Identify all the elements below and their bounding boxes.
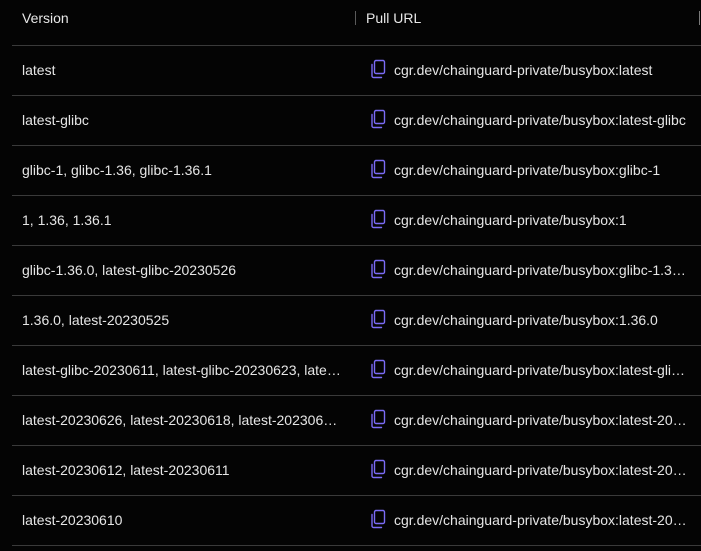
- column-resize-handle[interactable]: [355, 11, 356, 25]
- table-row: latest cgr.dev/chainguard-private/busybo…: [12, 46, 701, 96]
- version-cell: latest-glibc: [22, 112, 89, 128]
- pull-url-cell[interactable]: cgr.dev/chainguard-private/busybox:lates…: [394, 362, 689, 379]
- version-cell: glibc-1.36.0, latest-glibc-20230526: [22, 262, 237, 278]
- version-cell: 1.36.0, latest-20230525: [22, 312, 170, 328]
- version-cell: latest: [22, 62, 56, 78]
- copy-icon: [371, 509, 386, 529]
- pull-url-cell[interactable]: cgr.dev/chainguard-private/busybox:lates…: [394, 112, 689, 129]
- pull-url-cell[interactable]: cgr.dev/chainguard-private/busybox:lates…: [394, 62, 689, 79]
- version-cell: glibc-1, glibc-1.36, glibc-1.36.1: [22, 162, 212, 178]
- copy-button[interactable]: [369, 309, 387, 329]
- copy-icon: [371, 259, 386, 279]
- copy-icon: [371, 309, 386, 329]
- version-cell: latest-20230612, latest-20230611: [22, 462, 230, 478]
- table-row: 1.36.0, latest-20230525 cgr.dev/chaingua…: [12, 296, 701, 346]
- copy-icon: [371, 209, 386, 229]
- pull-url-cell[interactable]: cgr.dev/chainguard-private/busybox:lates…: [394, 512, 689, 529]
- table-row: glibc-1, glibc-1.36, glibc-1.36.1 cgr.de…: [12, 146, 701, 196]
- table-header: Version Pull URL: [12, 0, 701, 46]
- table-row: latest-glibc-20230611, latest-glibc-2023…: [12, 346, 701, 396]
- table-row: 1, 1.36, 1.36.1 cgr.dev/chainguard-priva…: [12, 196, 701, 246]
- copy-icon: [371, 459, 386, 479]
- table-body: latest cgr.dev/chainguard-private/busybo…: [12, 46, 701, 546]
- table-row: latest-20230610 cgr.dev/chainguard-priva…: [12, 496, 701, 546]
- column-header-version[interactable]: Version: [22, 10, 69, 27]
- version-cell: 1, 1.36, 1.36.1: [22, 212, 112, 228]
- copy-button[interactable]: [369, 159, 387, 179]
- table-row: latest-20230626, latest-20230618, latest…: [12, 396, 701, 446]
- copy-icon: [371, 409, 386, 429]
- pull-url-cell[interactable]: cgr.dev/chainguard-private/busybox:1.36.…: [394, 312, 689, 329]
- table-row: glibc-1.36.0, latest-glibc-20230526 cgr.…: [12, 246, 701, 296]
- column-header-pull-url[interactable]: Pull URL: [366, 10, 421, 27]
- copy-icon: [371, 59, 386, 79]
- version-cell: latest-20230626, latest-20230618, latest…: [22, 412, 338, 428]
- copy-icon: [371, 359, 386, 379]
- copy-button[interactable]: [369, 209, 387, 229]
- tags-table: Version Pull URL latest cgr.dev/chaingua…: [12, 0, 701, 546]
- copy-button[interactable]: [369, 509, 387, 529]
- copy-button[interactable]: [369, 409, 387, 429]
- copy-icon: [371, 159, 386, 179]
- pull-url-cell[interactable]: cgr.dev/chainguard-private/busybox:lates…: [394, 462, 689, 479]
- pull-url-cell[interactable]: cgr.dev/chainguard-private/busybox:lates…: [394, 412, 689, 429]
- copy-icon: [371, 109, 386, 129]
- copy-button[interactable]: [369, 59, 387, 79]
- copy-button[interactable]: [369, 359, 387, 379]
- copy-button[interactable]: [369, 459, 387, 479]
- pull-url-cell[interactable]: cgr.dev/chainguard-private/busybox:1: [394, 212, 689, 229]
- version-cell: latest-glibc-20230611, latest-glibc-2023…: [22, 362, 341, 378]
- copy-button[interactable]: [369, 259, 387, 279]
- version-cell: latest-20230610: [22, 512, 123, 528]
- table-row: latest-20230612, latest-20230611 cgr.dev…: [12, 446, 701, 496]
- column-resize-handle[interactable]: [699, 11, 700, 25]
- pull-url-cell[interactable]: cgr.dev/chainguard-private/busybox:glibc…: [394, 262, 689, 279]
- pull-url-cell[interactable]: cgr.dev/chainguard-private/busybox:glibc…: [394, 162, 689, 179]
- copy-button[interactable]: [369, 109, 387, 129]
- table-row: latest-glibc cgr.dev/chainguard-private/…: [12, 96, 701, 146]
